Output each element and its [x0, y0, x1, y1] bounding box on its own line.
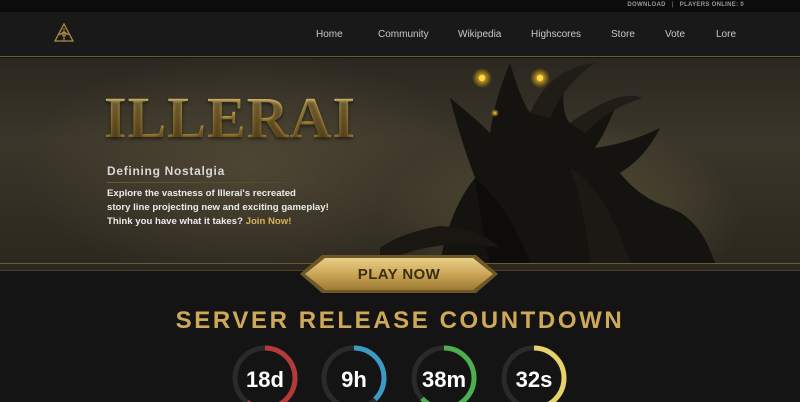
description-line-2: story line projecting new and exciting g…	[107, 202, 329, 213]
hero-description: Explore the vastness of Illerai's recrea…	[107, 187, 329, 229]
days-value: 18d	[246, 367, 284, 392]
nav-lore[interactable]: Lore	[716, 29, 746, 40]
description-line-1: Explore the vastness of Illerai's recrea…	[107, 188, 296, 199]
hero-tagline: Defining Nostalgia	[107, 164, 225, 178]
nav-highscores[interactable]: Highscores	[531, 29, 611, 40]
description-line-3-text: Think you have what it takes?	[107, 216, 246, 227]
main-nav: Home Community Wikipedia Highscores Stor…	[0, 12, 800, 57]
minutes-value: 38m	[421, 367, 467, 392]
illerai-emblem-icon[interactable]	[53, 23, 75, 43]
hero-banner: ILLERAI Defining Nostalgia Explore the v…	[0, 58, 800, 263]
nav-store[interactable]: Store	[611, 29, 665, 40]
tagline-divider	[107, 182, 335, 183]
seconds-value: 32s	[515, 367, 553, 392]
nav-vote[interactable]: Vote	[665, 29, 716, 40]
description-line-3: Think you have what it takes? Join Now!	[107, 215, 329, 229]
countdown-hours: 9h	[320, 344, 388, 402]
topbar-separator: |	[671, 2, 674, 8]
nav-home[interactable]: Home	[316, 29, 378, 40]
top-utility-bar: DOWNLOAD | PLAYERS ONLINE: 0	[0, 0, 800, 12]
download-link[interactable]: DOWNLOAD	[627, 2, 665, 8]
hours-value: 9h	[341, 367, 367, 392]
countdown-minutes: 38m	[410, 344, 478, 402]
countdown-title: SERVER RELEASE COUNTDOWN	[175, 307, 625, 334]
brand-title: ILLERAI	[104, 85, 356, 150]
players-online-count: PLAYERS ONLINE: 0	[679, 2, 744, 8]
play-now-button[interactable]: PLAY NOW	[300, 254, 498, 294]
countdown-seconds: 32s	[500, 344, 568, 402]
countdown-days: 18d	[231, 344, 299, 402]
nav-community[interactable]: Community	[378, 29, 458, 40]
nav-wikipedia[interactable]: Wikipedia	[458, 29, 531, 40]
dragon-artwork	[380, 63, 715, 263]
nav-links: Home Community Wikipedia Highscores Stor…	[316, 12, 746, 57]
join-now-link[interactable]: Join Now!	[246, 216, 292, 227]
